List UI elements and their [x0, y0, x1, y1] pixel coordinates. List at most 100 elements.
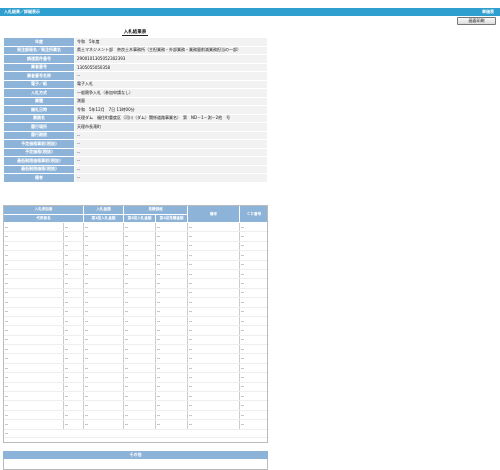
table-cell: --: [239, 372, 269, 383]
table-cell: --: [239, 391, 269, 402]
table-cell: --: [239, 410, 269, 421]
table-cell: --: [187, 372, 240, 383]
table-cell: --: [155, 307, 188, 317]
table-cell: --: [239, 344, 269, 355]
table-cell: --: [187, 231, 240, 242]
table-cell: --: [63, 419, 84, 430]
table-cell: --: [83, 391, 124, 402]
table-cell: --: [187, 391, 240, 402]
table-cell: --: [187, 382, 240, 393]
print-screen-button[interactable]: 画面印刷: [457, 17, 496, 25]
col-bid-round-1: 第1回入札金額: [83, 213, 124, 223]
table-cell: --: [3, 353, 64, 364]
table-cell: --: [187, 325, 240, 336]
table-cell: --: [187, 307, 240, 317]
info-row: 最低制限価格(税抜) --: [3, 164, 268, 174]
table-cell: --: [155, 400, 188, 411]
col-bid-round-2: 第2回入札金額: [123, 213, 156, 223]
table-cell: --: [3, 297, 64, 308]
other-section-header: その他: [3, 451, 268, 459]
table-cell: --: [3, 278, 64, 289]
table-cell: --: [239, 400, 269, 411]
info-row: 発注部局名／発注所属名 県土マネジメント部 奈良土木事務所（主担業務・外部業務・業…: [3, 45, 268, 55]
table-cell: --: [3, 372, 64, 383]
table-cell: --: [187, 353, 240, 364]
table-cell: --: [187, 222, 240, 233]
table-cell: --: [83, 382, 124, 393]
table-cell: --: [155, 297, 188, 308]
table-cell: --: [3, 307, 64, 317]
table-cell: --: [83, 297, 124, 308]
page-title: 入札結果表: [0, 29, 270, 36]
table-row: -- -- -- -- -- -- --: [3, 316, 269, 327]
table-cell: --: [63, 335, 84, 346]
table-cell: --: [3, 363, 64, 374]
info-label: 開札日時: [3, 105, 75, 115]
table-cell: --: [155, 260, 188, 270]
table-row: -- -- -- -- -- -- --: [3, 241, 269, 252]
table-cell: --: [63, 250, 84, 261]
table-cell: --: [63, 288, 84, 299]
table-cell: --: [83, 231, 124, 242]
info-value: --: [74, 71, 268, 81]
info-value: --: [74, 164, 268, 174]
other-section-body: [3, 459, 268, 470]
info-label: 予定価格事前(税抜): [3, 139, 75, 149]
table-cell: --: [83, 316, 124, 327]
table-cell: --: [83, 344, 124, 355]
info-label: 履行場所: [3, 122, 75, 132]
table-cell: --: [3, 410, 64, 421]
info-value: --: [74, 156, 268, 166]
table-cell: --: [123, 335, 156, 346]
page-title-text: 入札結果表: [121, 30, 149, 36]
table-cell: --: [63, 260, 84, 270]
info-label: 最低制限価格事前(税抜): [3, 156, 75, 166]
table-cell: --: [63, 231, 84, 242]
table-cell: --: [83, 325, 124, 336]
info-value: 1305055050358: [74, 62, 268, 72]
table-row: -- -- -- -- -- -- --: [3, 419, 269, 430]
table-cell: --: [155, 363, 188, 374]
info-row: 履行場所 天理市長滝町: [3, 122, 268, 132]
table-cell: --: [239, 260, 269, 270]
table-cell: --: [239, 231, 269, 242]
table-row: -- -- -- -- -- -- --: [3, 400, 269, 411]
table-row: -- -- -- -- -- -- --: [3, 269, 269, 280]
table-cell: --: [123, 260, 156, 270]
table-cell: --: [63, 241, 84, 252]
info-label: 電子／紙: [3, 79, 75, 89]
table-cell: --: [123, 391, 156, 402]
table-cell: --: [239, 353, 269, 364]
table-footer-row: --: [3, 429, 269, 438]
table-row: -- -- -- -- -- -- --: [3, 250, 269, 261]
table-cell: --: [155, 241, 188, 252]
table-cell: --: [155, 269, 188, 280]
table-cell: --: [187, 260, 240, 270]
info-row: 開札日時 令和 5年12月 7日 11時00分: [3, 105, 268, 115]
table-cell: --: [155, 316, 188, 327]
info-value: 天理市長滝町: [74, 122, 268, 132]
table-cell: --: [155, 335, 188, 346]
info-label: 業者番号: [3, 62, 75, 72]
table-cell: --: [123, 382, 156, 393]
info-row: 履行期限 --: [3, 130, 268, 140]
info-label: 業種: [3, 96, 75, 106]
bid-results-table: 入札参加者 入札金額 見積価格 備考 ＣＤ番号 代表者名 第1回入札金額 第2回…: [3, 205, 269, 438]
table-cell: --: [83, 278, 124, 289]
window-title: 入札結果／詳細表示: [4, 9, 40, 14]
title-bar: 入札結果／詳細表示 単価表: [0, 8, 500, 16]
table-cell: --: [123, 231, 156, 242]
table-cell: --: [155, 410, 188, 421]
table-cell: --: [123, 419, 156, 430]
table-cell: --: [187, 316, 240, 327]
info-label: 入札方式: [3, 88, 75, 98]
table-row: -- -- -- -- -- -- --: [3, 231, 269, 242]
table-cell: --: [123, 363, 156, 374]
table-cell: --: [83, 372, 124, 383]
info-row: 業者番号名称 --: [3, 71, 268, 81]
info-row: 最低制限価格事前(税抜) --: [3, 156, 268, 166]
table-cell: --: [123, 269, 156, 280]
table-cell: --: [3, 222, 64, 233]
table-cell: --: [63, 344, 84, 355]
info-value: 一般競争入札（参加申請なし）: [74, 88, 268, 98]
